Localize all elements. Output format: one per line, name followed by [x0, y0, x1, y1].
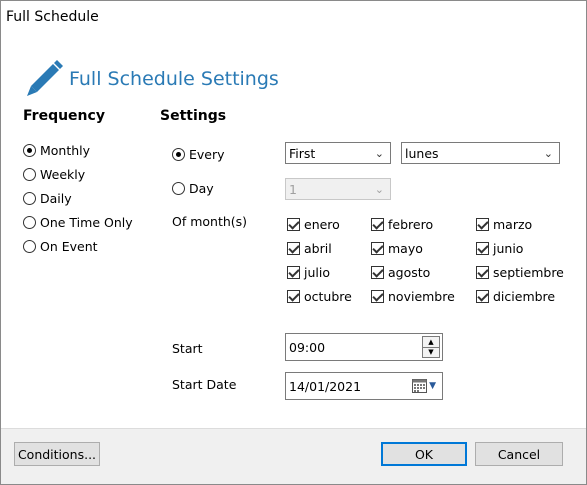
month-checkbox-item[interactable]: noviembre	[371, 287, 455, 305]
month-label: octubre	[304, 288, 352, 304]
cancel-button[interactable]: Cancel	[475, 442, 563, 466]
month-checkbox-item[interactable]: mayo	[371, 239, 423, 257]
weekday-select[interactable]: lunes ⌄	[401, 142, 560, 164]
frequency-option-label: On Event	[40, 238, 98, 254]
start-time-value: 09:00	[289, 339, 326, 355]
month-checkbox[interactable]	[287, 289, 300, 303]
window-title: Full Schedule	[6, 9, 99, 25]
frequency-title: Frequency	[23, 108, 105, 124]
chevron-down-icon: ⌄	[543, 147, 553, 160]
month-label: julio	[304, 264, 330, 280]
frequency-option[interactable]: On Event	[23, 237, 98, 255]
month-checkbox[interactable]	[476, 289, 489, 303]
frequency-option[interactable]: Weekly	[23, 165, 85, 183]
month-label: marzo	[493, 216, 533, 232]
month-label: mayo	[388, 240, 423, 256]
start-date-input[interactable]: 14/01/2021 ▼	[285, 372, 443, 400]
frequency-option[interactable]: Monthly	[23, 141, 90, 159]
month-checkbox[interactable]	[287, 265, 300, 279]
month-label: agosto	[388, 264, 431, 280]
pencil-icon	[27, 60, 63, 96]
month-checkbox-item[interactable]: octubre	[287, 287, 352, 305]
day-label: Day	[189, 180, 214, 196]
frequency-option-label: Daily	[40, 190, 72, 206]
month-label: septiembre	[493, 264, 564, 280]
start-date-label: Start Date	[172, 377, 237, 392]
every-radio-button[interactable]	[172, 147, 185, 161]
spin-up-button[interactable]: ▲	[422, 336, 440, 348]
month-label: enero	[304, 216, 340, 232]
month-checkbox-item[interactable]: abril	[287, 239, 332, 257]
month-checkbox-item[interactable]: junio	[476, 239, 523, 257]
day-radio[interactable]: Day	[172, 179, 214, 197]
month-checkbox[interactable]	[371, 289, 384, 303]
month-checkbox-item[interactable]: enero	[287, 215, 340, 233]
settings-title: Settings	[160, 108, 227, 124]
conditions-button[interactable]: Conditions...	[14, 442, 100, 466]
month-checkbox[interactable]	[476, 265, 489, 279]
chevron-down-icon: ⌄	[374, 147, 384, 160]
frequency-radio-button[interactable]	[23, 167, 36, 181]
month-checkbox-item[interactable]: septiembre	[476, 263, 564, 281]
chevron-down-icon: ⌄	[374, 183, 384, 196]
frequency-radio-button[interactable]	[23, 215, 36, 229]
every-radio[interactable]: Every	[172, 145, 225, 163]
frequency-option-label: Monthly	[40, 142, 91, 158]
month-checkbox-item[interactable]: agosto	[371, 263, 430, 281]
spin-down-button[interactable]: ▼	[422, 347, 440, 358]
month-checkbox[interactable]	[476, 241, 489, 255]
month-checkbox-item[interactable]: marzo	[476, 215, 532, 233]
day-radio-button[interactable]	[172, 181, 185, 195]
month-checkbox-item[interactable]: julio	[287, 263, 330, 281]
weekday-value: lunes	[405, 145, 439, 161]
month-label: diciembre	[493, 288, 556, 304]
start-date-value: 14/01/2021	[289, 378, 362, 394]
month-checkbox[interactable]	[371, 265, 384, 279]
ok-button[interactable]: OK	[381, 442, 467, 466]
start-time-input[interactable]: 09:00 ▲ ▼	[285, 333, 443, 361]
month-checkbox[interactable]	[287, 217, 300, 231]
frequency-option[interactable]: One Time Only	[23, 213, 133, 231]
start-label: Start	[172, 341, 203, 356]
month-checkbox[interactable]	[476, 217, 489, 231]
header-title: Full Schedule Settings	[69, 68, 279, 90]
ordinal-select[interactable]: First ⌄	[285, 142, 391, 164]
month-label: febrero	[388, 216, 434, 232]
frequency-radio-button[interactable]	[23, 239, 36, 253]
month-checkbox[interactable]	[371, 217, 384, 231]
day-value: 1	[289, 181, 297, 197]
month-checkbox-item[interactable]: febrero	[371, 215, 433, 233]
months-label: Of month(s)	[172, 214, 248, 229]
month-label: noviembre	[388, 288, 455, 304]
month-checkbox-item[interactable]: diciembre	[476, 287, 555, 305]
caret-down-icon: ▼	[429, 380, 436, 391]
ordinal-value: First	[289, 145, 316, 161]
frequency-option-label: Weekly	[40, 166, 86, 182]
frequency-radio-button[interactable]	[23, 191, 36, 205]
every-label: Every	[189, 146, 225, 162]
time-spinner[interactable]: ▲ ▼	[422, 336, 440, 358]
month-label: junio	[493, 240, 524, 256]
dialog-window: Full Schedule Full Schedule Settings Fre…	[0, 0, 587, 485]
date-picker-button[interactable]: ▼	[412, 378, 436, 393]
month-checkbox[interactable]	[287, 241, 300, 255]
frequency-option[interactable]: Daily	[23, 189, 72, 207]
month-label: abril	[304, 240, 332, 256]
calendar-icon	[412, 379, 428, 393]
frequency-option-label: One Time Only	[40, 214, 133, 230]
month-checkbox[interactable]	[371, 241, 384, 255]
frequency-radio-button[interactable]	[23, 143, 36, 157]
title-bar: Full Schedule	[1, 1, 586, 33]
day-select: 1 ⌄	[285, 178, 391, 200]
